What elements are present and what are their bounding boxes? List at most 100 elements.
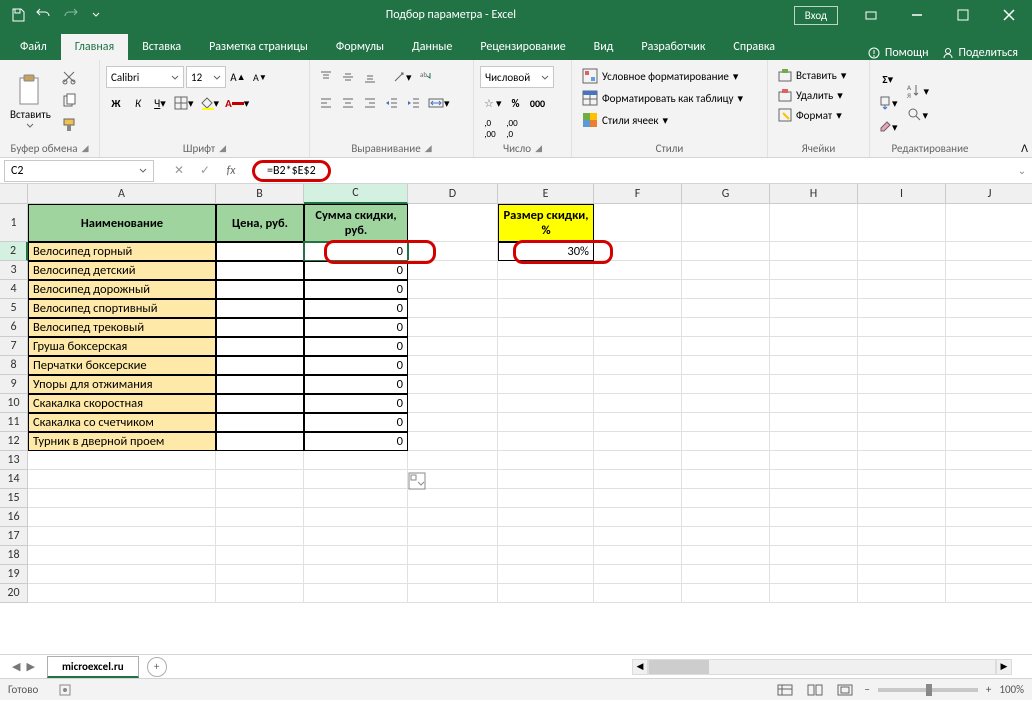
item-cell[interactable]: Турник в дверной проем — [28, 432, 216, 451]
cell[interactable] — [594, 432, 682, 451]
cell[interactable] — [682, 356, 770, 375]
cell[interactable] — [498, 375, 594, 394]
cell[interactable] — [408, 318, 498, 337]
cell[interactable] — [770, 242, 858, 261]
cell[interactable] — [408, 451, 498, 470]
autofill-options-icon[interactable] — [408, 472, 428, 492]
cell[interactable] — [408, 432, 498, 451]
cell[interactable] — [28, 584, 216, 603]
ribbon-display-icon[interactable] — [848, 0, 894, 30]
formula-input[interactable]: =B2*$E$2 — [252, 160, 1012, 182]
cell[interactable] — [28, 489, 216, 508]
price-cell[interactable] — [216, 242, 304, 261]
cell[interactable] — [594, 527, 682, 546]
cell[interactable] — [594, 356, 682, 375]
price-cell[interactable] — [216, 394, 304, 413]
italic-icon[interactable]: К — [128, 92, 148, 114]
item-cell[interactable]: Велосипед трековый — [28, 318, 216, 337]
tell-me[interactable]: Помощн — [867, 46, 929, 60]
cell[interactable] — [858, 242, 946, 261]
font-color-icon[interactable]: A▾ — [223, 92, 251, 114]
sheet-nav-next-icon[interactable]: ▶ — [26, 660, 34, 673]
column-header[interactable]: E — [498, 184, 594, 204]
align-bottom-icon[interactable] — [360, 66, 380, 88]
merge-icon[interactable]: ▾ — [426, 92, 452, 114]
cell[interactable] — [682, 280, 770, 299]
cell[interactable] — [408, 280, 498, 299]
cell[interactable] — [594, 337, 682, 356]
cell[interactable] — [594, 413, 682, 432]
borders-icon[interactable]: ▾ — [172, 92, 196, 114]
cell[interactable] — [858, 546, 946, 565]
cell[interactable] — [946, 394, 1032, 413]
cell[interactable] — [946, 261, 1032, 280]
cell[interactable] — [498, 489, 594, 508]
tab-review[interactable]: Рецензирование — [466, 34, 579, 60]
maximize-icon[interactable] — [940, 0, 986, 30]
row-header[interactable]: 12 — [0, 432, 28, 451]
tab-data[interactable]: Данные — [398, 34, 466, 60]
header-cell[interactable]: Сумма скидки, руб. — [304, 204, 408, 242]
number-launcher-icon[interactable]: ◢ — [535, 143, 542, 154]
cell[interactable] — [946, 299, 1032, 318]
increase-decimal-icon[interactable]: ,0,00 — [480, 118, 500, 140]
cell[interactable] — [304, 470, 408, 489]
cell[interactable] — [858, 432, 946, 451]
sort-filter-icon[interactable]: AЯ▾ — [904, 80, 932, 102]
item-cell[interactable]: Скакалка скоростная — [28, 394, 216, 413]
cell[interactable] — [770, 527, 858, 546]
row-header[interactable]: 10 — [0, 394, 28, 413]
cell[interactable] — [594, 584, 682, 603]
align-right-icon[interactable] — [360, 92, 380, 114]
cell[interactable] — [858, 299, 946, 318]
cell[interactable] — [770, 489, 858, 508]
row-header[interactable]: 4 — [0, 280, 28, 299]
cell[interactable] — [946, 584, 1032, 603]
item-cell[interactable]: Велосипед дорожный — [28, 280, 216, 299]
find-select-icon[interactable]: ▾ — [904, 104, 932, 126]
cell[interactable] — [682, 394, 770, 413]
discount-cell[interactable]: 0 — [304, 432, 408, 451]
cell[interactable] — [946, 508, 1032, 527]
cell[interactable] — [682, 337, 770, 356]
clear-icon[interactable]: ▾ — [876, 116, 900, 138]
cell[interactable] — [498, 413, 594, 432]
cell[interactable] — [682, 527, 770, 546]
cell[interactable] — [682, 242, 770, 261]
cell[interactable] — [594, 565, 682, 584]
cell[interactable] — [28, 546, 216, 565]
cell[interactable] — [498, 356, 594, 375]
alignment-launcher-icon[interactable]: ◢ — [425, 143, 432, 154]
cell[interactable] — [770, 546, 858, 565]
font-size-select[interactable]: 12 — [186, 66, 226, 88]
cell[interactable] — [858, 280, 946, 299]
cell[interactable] — [498, 451, 594, 470]
cell[interactable] — [216, 546, 304, 565]
cell[interactable] — [594, 375, 682, 394]
cell[interactable] — [408, 413, 498, 432]
cell[interactable] — [682, 451, 770, 470]
tab-page-layout[interactable]: Разметка страницы — [195, 34, 322, 60]
expand-formula-bar-icon[interactable]: ⌄ — [1012, 164, 1032, 177]
decrease-font-icon[interactable]: A▼ — [250, 66, 270, 88]
normal-view-icon[interactable] — [774, 681, 796, 699]
align-left-icon[interactable] — [316, 92, 336, 114]
cell[interactable] — [594, 299, 682, 318]
cell[interactable] — [594, 546, 682, 565]
cell[interactable] — [498, 508, 594, 527]
cell[interactable] — [28, 470, 216, 489]
cell[interactable] — [770, 280, 858, 299]
header-cell[interactable]: Наименование — [28, 204, 216, 242]
tab-insert[interactable]: Вставка — [128, 34, 195, 60]
cell[interactable] — [408, 242, 498, 261]
cell[interactable] — [770, 565, 858, 584]
cell[interactable] — [858, 527, 946, 546]
discount-cell[interactable]: 0 — [304, 337, 408, 356]
row-header[interactable]: 19 — [0, 565, 28, 584]
row-header[interactable]: 15 — [0, 489, 28, 508]
column-header[interactable]: I — [858, 184, 946, 204]
zoom-in-icon[interactable]: + — [986, 683, 991, 696]
cell[interactable] — [594, 242, 682, 261]
name-box[interactable]: C2 — [4, 160, 154, 182]
cell[interactable] — [498, 261, 594, 280]
